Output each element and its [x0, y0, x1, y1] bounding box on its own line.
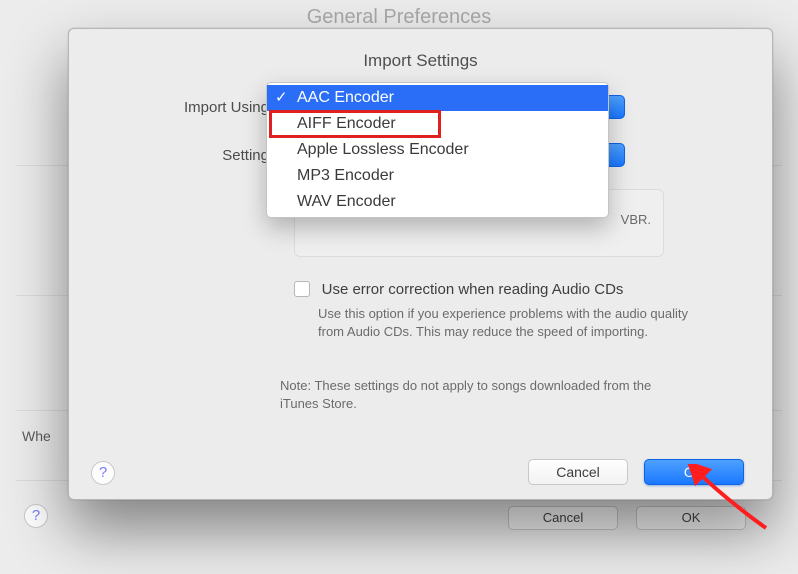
error-correction-row: Use error correction when reading Audio …	[294, 281, 732, 298]
encoder-option[interactable]: Apple Lossless Encoder	[267, 137, 608, 163]
note-label: Note: These settings do not apply to son…	[280, 377, 672, 413]
encoder-option[interactable]: AIFF Encoder	[267, 111, 608, 137]
error-correction-checkbox[interactable]	[294, 281, 310, 297]
bg-ok-button[interactable]: OK	[636, 506, 746, 530]
cancel-button[interactable]: Cancel	[528, 459, 628, 485]
encoder-option-label: AAC Encoder	[297, 89, 394, 106]
encoder-option[interactable]: MP3 Encoder	[267, 163, 608, 189]
error-correction-label: Use error correction when reading Audio …	[322, 281, 624, 298]
encoder-option-label: MP3 Encoder	[297, 167, 394, 184]
encoder-option-label: Apple Lossless Encoder	[297, 141, 469, 158]
bg-title: General Preferences	[0, 6, 798, 29]
vbr-label: VBR.	[621, 212, 651, 227]
modal-help-button[interactable]: ?	[91, 461, 115, 485]
encoder-option[interactable]: WAV Encoder	[267, 189, 608, 215]
bg-cancel-button[interactable]: Cancel	[508, 506, 618, 530]
error-correction-desc: Use this option if you experience proble…	[318, 305, 712, 341]
encoder-option-label: AIFF Encoder	[297, 115, 396, 132]
help-button[interactable]: ?	[24, 504, 48, 528]
encoder-dropdown[interactable]: ✓ AAC Encoder AIFF Encoder Apple Lossless E…	[266, 82, 609, 218]
modal-title: Import Settings	[69, 51, 772, 71]
encoder-option-label: WAV Encoder	[297, 193, 396, 210]
import-using-label: Import Using	[69, 99, 269, 116]
encoder-option[interactable]: ✓ AAC Encoder	[267, 85, 608, 111]
setting-label: Setting	[69, 147, 269, 164]
ok-button[interactable]: OK	[644, 459, 744, 485]
bg-partial-label: Whe	[22, 428, 51, 444]
check-icon: ✓	[275, 88, 288, 108]
